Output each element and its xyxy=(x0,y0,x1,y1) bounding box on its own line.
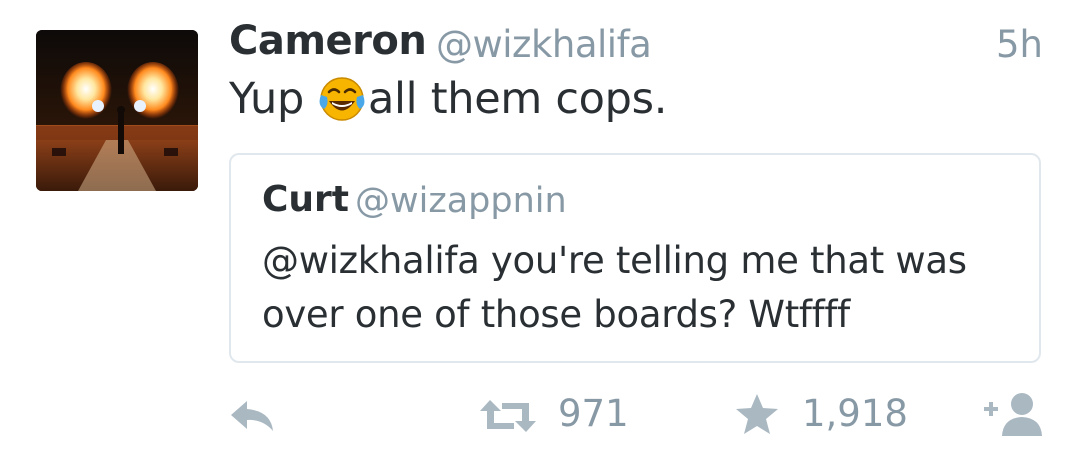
quoted-author-name: Curt xyxy=(262,179,350,220)
face-with-tears-of-joy-icon xyxy=(318,75,366,123)
tweet-text-start: Yup xyxy=(229,74,304,124)
concert-stage-image xyxy=(36,30,198,191)
tweet-text-end: all them cops. xyxy=(367,74,668,124)
quoted-tweet-text: @wizkhalifa you're telling me that was o… xyxy=(262,239,967,336)
tweet-text: Yup all them cops. xyxy=(229,74,667,124)
reply-icon[interactable] xyxy=(229,398,277,434)
favorite-count: 1,918 xyxy=(802,392,908,435)
quoted-tweet-card[interactable]: Curt @wizappnin @wizkhalifa you're telli… xyxy=(229,153,1041,363)
tweet-timestamp[interactable]: 5h xyxy=(996,23,1043,66)
star-icon[interactable] xyxy=(734,392,780,436)
tweet-action-bar: 971 1,918 xyxy=(0,388,1080,444)
quoted-author-handle: @wizappnin xyxy=(355,181,567,221)
author-name[interactable]: Cameron xyxy=(229,18,427,64)
follow-icon[interactable] xyxy=(982,390,1048,438)
author-handle[interactable]: @wizkhalifa xyxy=(436,23,652,66)
retweet-icon[interactable] xyxy=(478,396,538,436)
retweet-count: 971 xyxy=(558,392,629,435)
author-avatar[interactable] xyxy=(36,30,198,191)
